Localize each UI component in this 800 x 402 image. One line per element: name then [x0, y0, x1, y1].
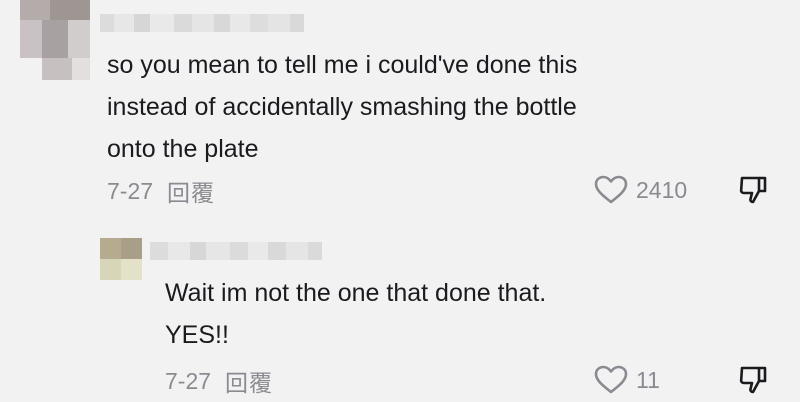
like-button[interactable]: 11	[594, 363, 660, 397]
avatar[interactable]	[100, 238, 142, 280]
comment-text: so you mean to tell me i could've done t…	[107, 51, 578, 163]
avatar[interactable]	[20, 0, 90, 80]
username-blurred[interactable]	[100, 14, 304, 32]
like-count: 11	[636, 366, 660, 393]
reply-button[interactable]: 回覆	[225, 364, 273, 398]
heart-outline-icon	[594, 365, 628, 395]
reply-button[interactable]: 回覆	[167, 174, 215, 208]
thumbs-down-icon	[737, 366, 769, 400]
comment-date: 7-27	[165, 367, 212, 394]
heart-outline-icon	[594, 175, 628, 205]
comment-date: 7-27	[107, 177, 154, 204]
username-blurred[interactable]	[150, 242, 322, 260]
like-button[interactable]: 2410	[594, 173, 687, 207]
comment-meta: 7-27 回覆	[165, 364, 273, 398]
dislike-button[interactable]	[737, 174, 769, 211]
comment-text: Wait im not the one that done that. YES!…	[165, 279, 547, 349]
comment-meta: 7-27 回覆	[107, 174, 215, 208]
dislike-button[interactable]	[737, 364, 769, 401]
thumbs-down-icon	[737, 176, 769, 210]
like-count: 2410	[636, 176, 688, 203]
